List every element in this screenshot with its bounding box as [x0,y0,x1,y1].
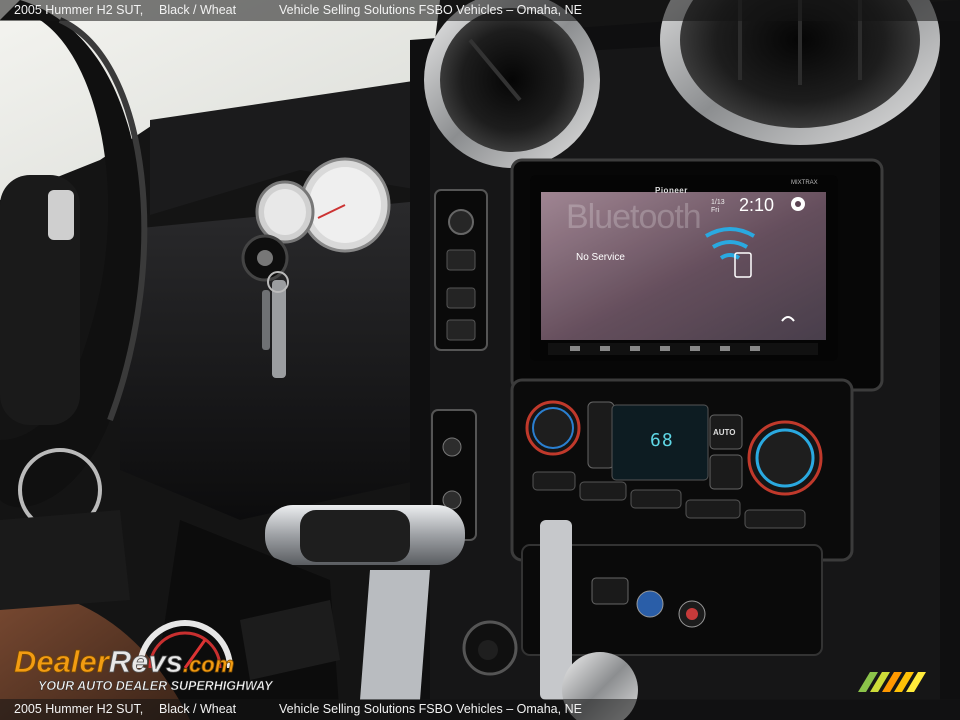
date-day: 1/13 [711,199,725,206]
caption-vehicle-color-bottom: Black / Wheat [159,702,237,716]
caption-bar-top: 2005 Hummer H2 SUT, Black / Wheat Vehicl… [0,0,960,21]
date-weekday: Fri [711,207,720,214]
caption-vehicle-title: 2005 Hummer H2 SUT, [14,3,144,17]
climate-auto-label: AUTO [713,428,736,437]
caption-dealer: Vehicle Selling Solutions FSBO Vehicles … [279,3,582,17]
air-vent-left [424,0,600,168]
head-unit-date: 1/13 Fri [711,199,725,215]
caption-bar-bottom: 2005 Hummer H2 SUT, Black / Wheat Vehicl… [0,699,960,720]
caption-vehicle-title-bottom: 2005 Hummer H2 SUT, [14,702,144,716]
key-icon [272,280,286,378]
head-unit-brand: Pioneer [655,186,688,195]
caption-vehicle-color: Black / Wheat [159,3,237,17]
gear-icon [791,197,805,211]
caption-dealer-bottom: Vehicle Selling Solutions FSBO Vehicles … [279,702,582,716]
photo-stage: Pioneer MIXTRAX Bluetooth 1/13 Fri 2:10 … [0,0,960,720]
head-unit-bluetooth-label: Bluetooth [566,198,702,236]
dashboard-photo [0,0,960,720]
climate-temperature: 68 [650,430,674,451]
head-unit-status: No Service [576,252,625,263]
head-unit-model-tag: MIXTRAX [791,180,818,186]
head-unit-clock: 2:10 [739,195,775,215]
door-panel [0,510,130,610]
cup-area [462,620,518,676]
